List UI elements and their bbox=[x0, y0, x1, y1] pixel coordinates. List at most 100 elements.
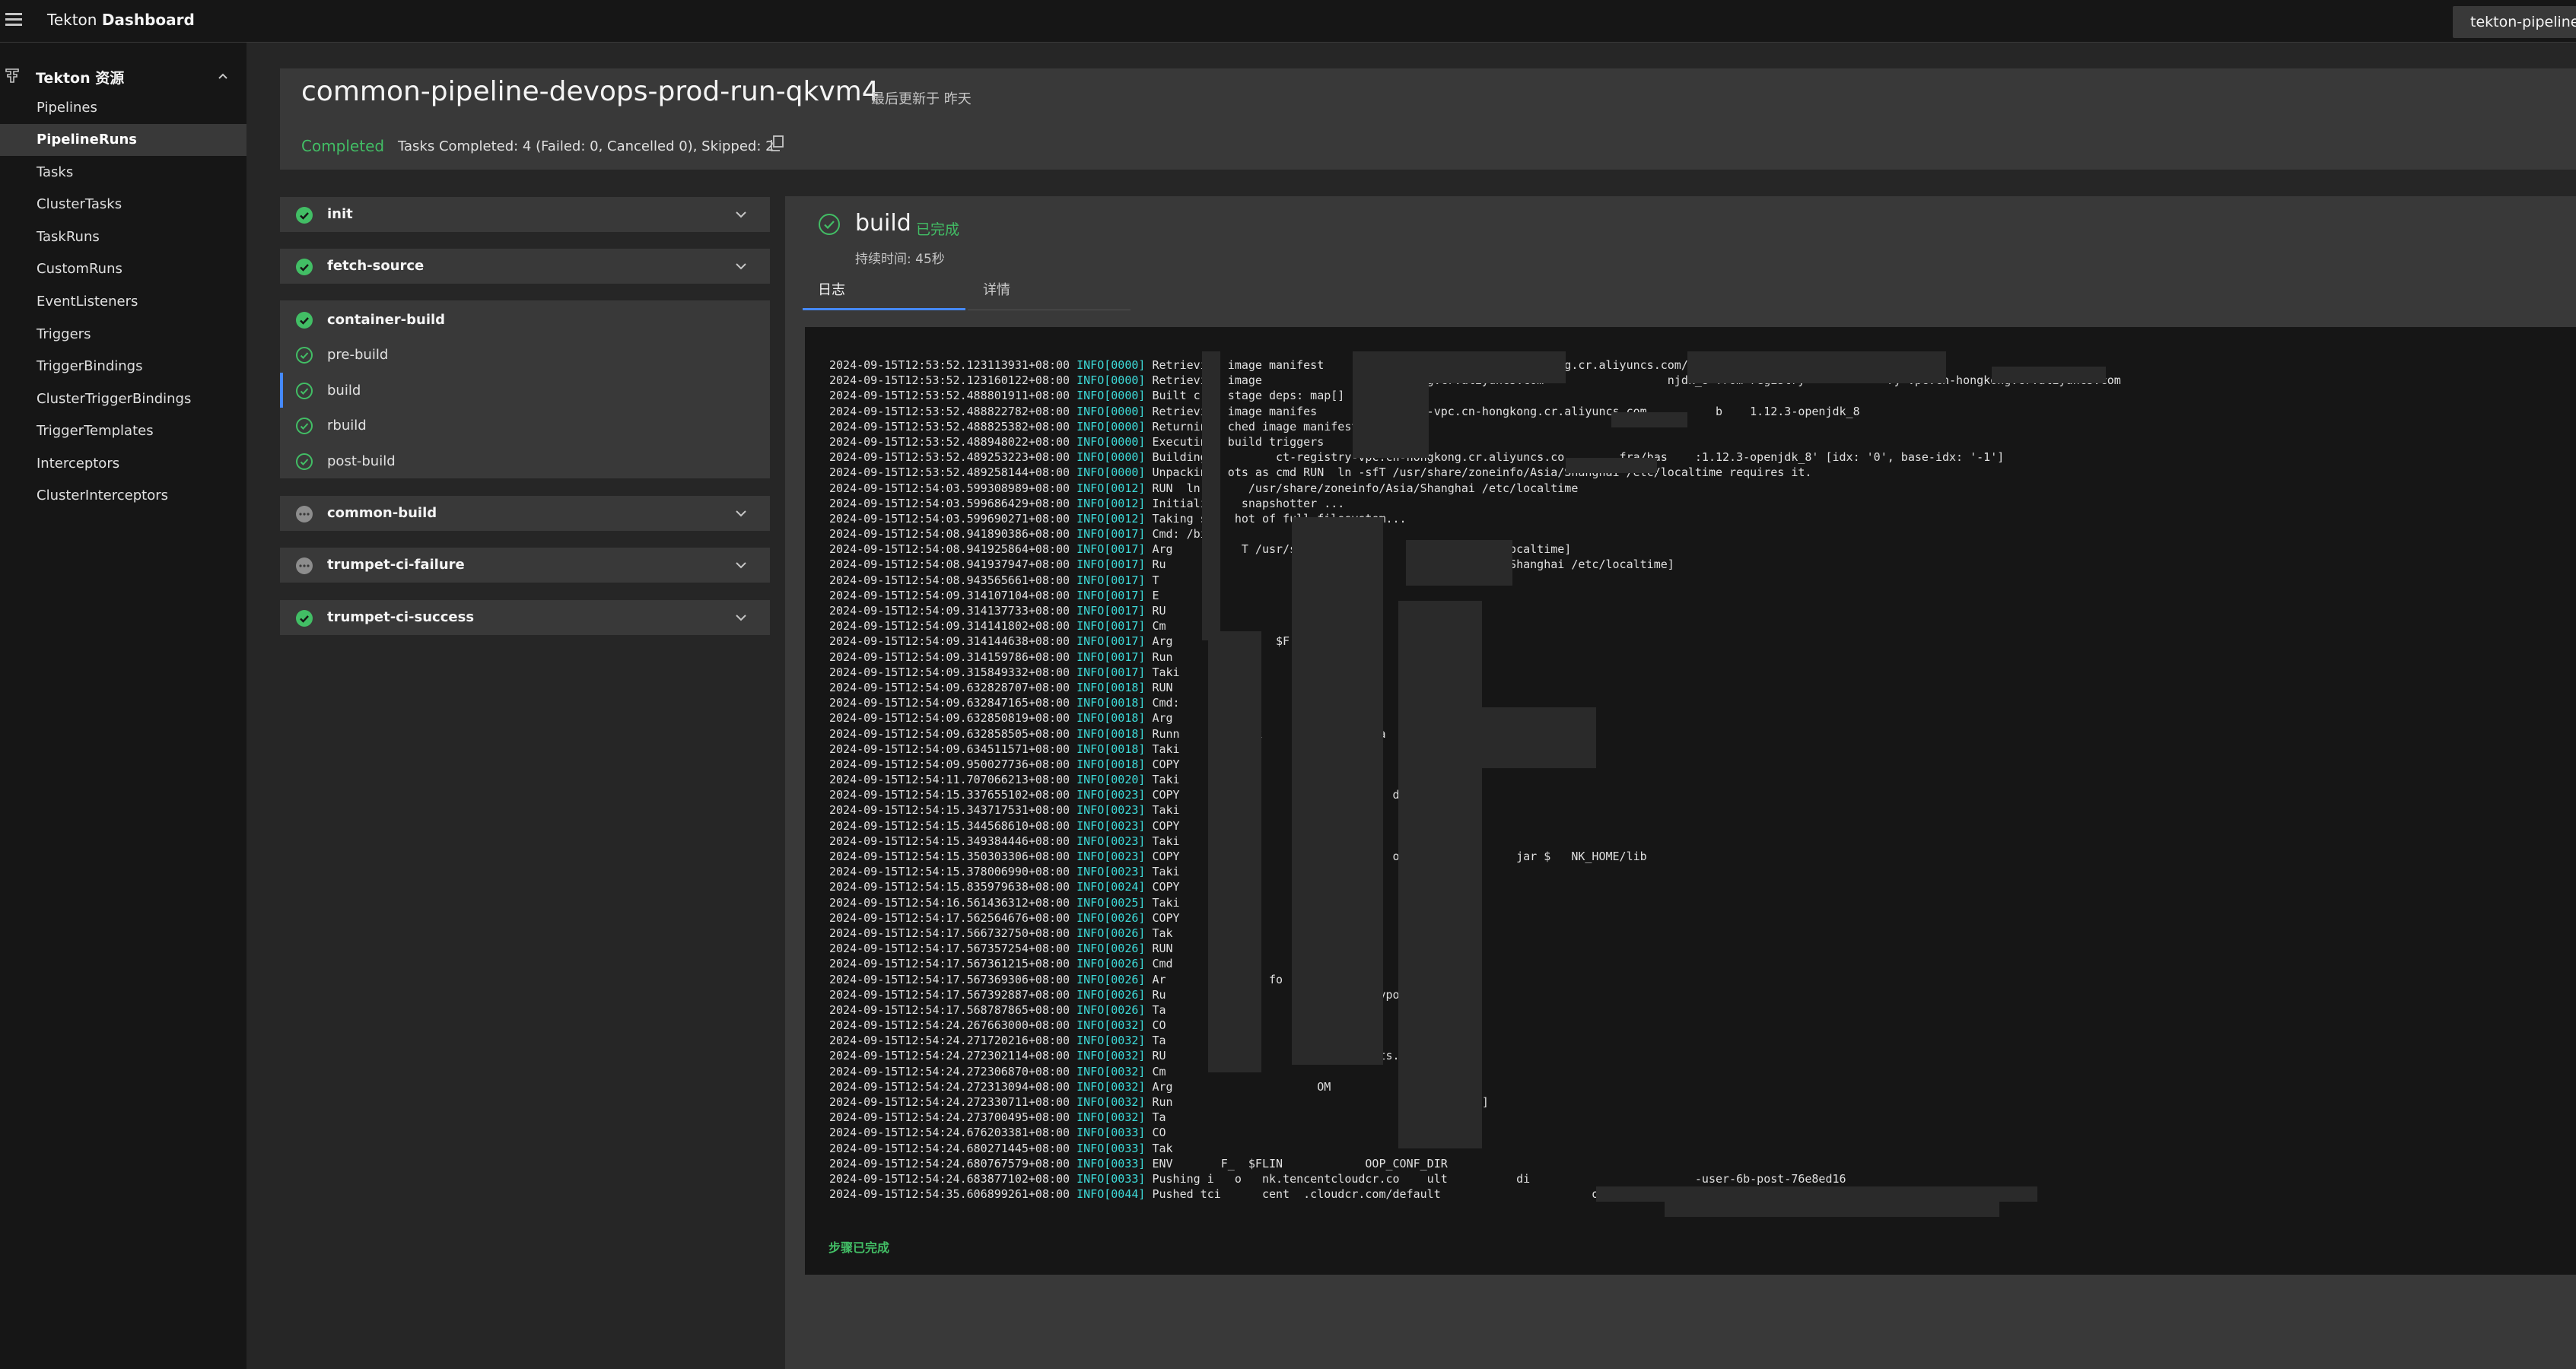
log-level: INFO[0017] bbox=[1077, 527, 1146, 542]
log-level: INFO[0026] bbox=[1077, 942, 1146, 956]
log-level: INFO[0018] bbox=[1077, 680, 1146, 694]
log-timestamp: 2024-09-15T12:54:24.680271445+08:00 bbox=[829, 1141, 1070, 1155]
redaction-mask bbox=[1611, 412, 1687, 427]
log-level: INFO[0000] bbox=[1077, 450, 1146, 465]
sidebar-item-tasks[interactable]: Tasks bbox=[0, 157, 246, 189]
chevron-down-icon[interactable] bbox=[733, 207, 749, 222]
log-message: Cm bbox=[1145, 1064, 1166, 1078]
log-message: RUN bbox=[1145, 680, 1173, 694]
step-label: build bbox=[327, 383, 361, 399]
log-timestamp: 2024-09-15T12:54:24.267663000+08:00 bbox=[829, 1018, 1070, 1033]
log-timestamp: 2024-09-15T12:54:15.350303306+08:00 bbox=[829, 850, 1070, 863]
redaction-mask bbox=[1353, 382, 1429, 458]
log-level: INFO[0032] bbox=[1077, 1034, 1146, 1048]
step-build[interactable]: build bbox=[280, 373, 770, 408]
task-label: trumpet-ci-success bbox=[327, 609, 475, 625]
tab-logs[interactable]: 日志 bbox=[803, 274, 965, 310]
step-pre-build[interactable]: pre-build bbox=[280, 337, 770, 372]
log-timestamp: 2024-09-15T12:54:17.567392887+08:00 bbox=[829, 987, 1070, 1002]
log-timestamp: 2024-09-15T12:54:03.599308989+08:00 bbox=[829, 481, 1070, 495]
log-timestamp: 2024-09-15T12:54:09.314144638+08:00 bbox=[829, 634, 1070, 649]
log-timestamp: 2024-09-15T12:54:03.599690271+08:00 bbox=[829, 511, 1070, 526]
sidebar-item-customruns[interactable]: CustomRuns bbox=[0, 253, 246, 285]
copy-icon[interactable] bbox=[768, 135, 785, 153]
log-timestamp: 2024-09-15T12:54:17.567361215+08:00 bbox=[829, 957, 1070, 971]
chevron-down-icon[interactable] bbox=[733, 506, 749, 521]
page-title: common-pipeline-devops-prod-run-qkvm4 bbox=[301, 76, 879, 107]
log-timestamp: 2024-09-15T12:54:15.344568610+08:00 bbox=[829, 818, 1070, 833]
log-timestamp: 2024-09-15T12:54:15.343717531+08:00 bbox=[829, 803, 1070, 818]
log-message: Initializ snapshotter ... bbox=[1145, 496, 1345, 510]
log-message: Pushing i o nk.tencentcloudcr.co ult di … bbox=[1145, 1171, 1846, 1186]
step-label: post-build bbox=[327, 453, 396, 469]
log-timestamp: 2024-09-15T12:54:09.315849332+08:00 bbox=[829, 665, 1070, 679]
last-updated-text: 最后更新于 昨天 bbox=[871, 91, 972, 107]
namespace-selector[interactable]: tekton-pipelines bbox=[2453, 6, 2576, 38]
log-level: INFO[0032] bbox=[1077, 1049, 1146, 1063]
log-message: RU bbox=[1145, 604, 1166, 618]
task-header-container-build[interactable]: container-build bbox=[280, 302, 770, 337]
log-level: INFO[0026] bbox=[1077, 972, 1146, 986]
log-viewer[interactable]: 2024-09-15T12:53:52.123113931+08:00 INFO… bbox=[805, 327, 2576, 1275]
chevron-down-icon[interactable] bbox=[733, 557, 749, 573]
log-message: E bbox=[1145, 588, 1159, 602]
redaction-mask bbox=[1406, 540, 1512, 586]
log-timestamp: 2024-09-15T12:54:15.337655102+08:00 bbox=[829, 788, 1070, 802]
log-level: INFO[0000] bbox=[1077, 419, 1146, 434]
step-post-build[interactable]: post-build bbox=[280, 443, 770, 478]
skipped-icon bbox=[296, 557, 313, 574]
sidebar-item-pipelineruns[interactable]: PipelineRuns bbox=[0, 124, 246, 156]
sidebar-item-triggertemplates[interactable]: TriggerTemplates bbox=[0, 415, 246, 447]
log-level: INFO[0000] bbox=[1077, 373, 1146, 388]
chevron-down-icon[interactable] bbox=[733, 259, 749, 274]
log-message: Taki bbox=[1145, 803, 1180, 818]
tekton-icon bbox=[5, 68, 19, 83]
sidebar-item-triggers[interactable]: Triggers bbox=[0, 319, 246, 351]
task-init[interactable]: init bbox=[280, 197, 770, 232]
log-level: INFO[0026] bbox=[1077, 957, 1146, 971]
sidebar-item-pipelines[interactable]: Pipelines bbox=[0, 92, 246, 124]
task-fetch-source[interactable]: fetch-source bbox=[280, 249, 770, 284]
redaction-mask bbox=[1398, 601, 1482, 1148]
task-trumpet-ci-success[interactable]: trumpet-ci-success bbox=[280, 600, 770, 635]
sidebar-item-taskruns[interactable]: TaskRuns bbox=[0, 221, 246, 253]
log-timestamp: 2024-09-15T12:54:24.680767579+08:00 bbox=[829, 1156, 1070, 1170]
success-outline-check-icon bbox=[819, 214, 840, 235]
chevron-up-icon[interactable] bbox=[215, 68, 231, 84]
log-timestamp: 2024-09-15T12:54:08.943565661+08:00 bbox=[829, 573, 1070, 587]
tab-details[interactable]: 详情 bbox=[968, 274, 1131, 310]
step-rbuild[interactable]: rbuild bbox=[280, 408, 770, 443]
log-level: INFO[0018] bbox=[1077, 757, 1146, 771]
log-line: 2024-09-15T12:53:52.488801911+08:00 INFO… bbox=[829, 388, 2121, 403]
log-message: CO bbox=[1145, 1126, 1166, 1140]
log-message: Returnin ched image manifest bbox=[1145, 419, 1359, 434]
nav-group-tekton-resources[interactable]: Tekton 资源 bbox=[0, 64, 246, 87]
log-timestamp: 2024-09-15T12:53:52.489258144+08:00 bbox=[829, 465, 1070, 480]
redaction-mask bbox=[1202, 351, 1220, 640]
sidebar-item-clustertriggerbindings[interactable]: ClusterTriggerBindings bbox=[0, 383, 246, 415]
hamburger-menu-icon[interactable] bbox=[5, 11, 24, 29]
sidebar-item-clusterinterceptors[interactable]: ClusterInterceptors bbox=[0, 480, 246, 512]
log-message: T bbox=[1145, 573, 1159, 587]
task-label: container-build bbox=[327, 312, 446, 328]
sidebar-item-clustertasks[interactable]: ClusterTasks bbox=[0, 189, 246, 221]
chevron-down-icon[interactable] bbox=[733, 610, 749, 625]
task-label: init bbox=[327, 206, 353, 222]
sidebar-item-interceptors[interactable]: Interceptors bbox=[0, 448, 246, 480]
sidebar-item-triggerbindings[interactable]: TriggerBindings bbox=[0, 351, 246, 383]
app-title[interactable]: Tekton Dashboard bbox=[47, 11, 195, 29]
redaction-mask bbox=[1566, 458, 1657, 473]
log-line: 2024-09-15T12:54:03.599308989+08:00 INFO… bbox=[829, 481, 2121, 496]
log-level: INFO[0044] bbox=[1077, 1187, 1146, 1202]
log-level: INFO[0012] bbox=[1077, 511, 1146, 526]
log-level: INFO[0017] bbox=[1077, 588, 1146, 602]
task-common-build[interactable]: common-build bbox=[280, 496, 770, 531]
task-trumpet-ci-failure[interactable]: trumpet-ci-failure bbox=[280, 548, 770, 583]
log-timestamp: 2024-09-15T12:53:52.488801911+08:00 bbox=[829, 389, 1070, 403]
redaction-mask bbox=[1353, 351, 1566, 383]
sidebar-item-eventlisteners[interactable]: EventListeners bbox=[0, 286, 246, 318]
log-timestamp: 2024-09-15T12:54:09.632828707+08:00 bbox=[829, 680, 1070, 694]
log-message: Ta bbox=[1145, 1110, 1166, 1125]
log-level: INFO[0026] bbox=[1077, 910, 1146, 925]
success-outline-check-icon bbox=[296, 453, 313, 470]
